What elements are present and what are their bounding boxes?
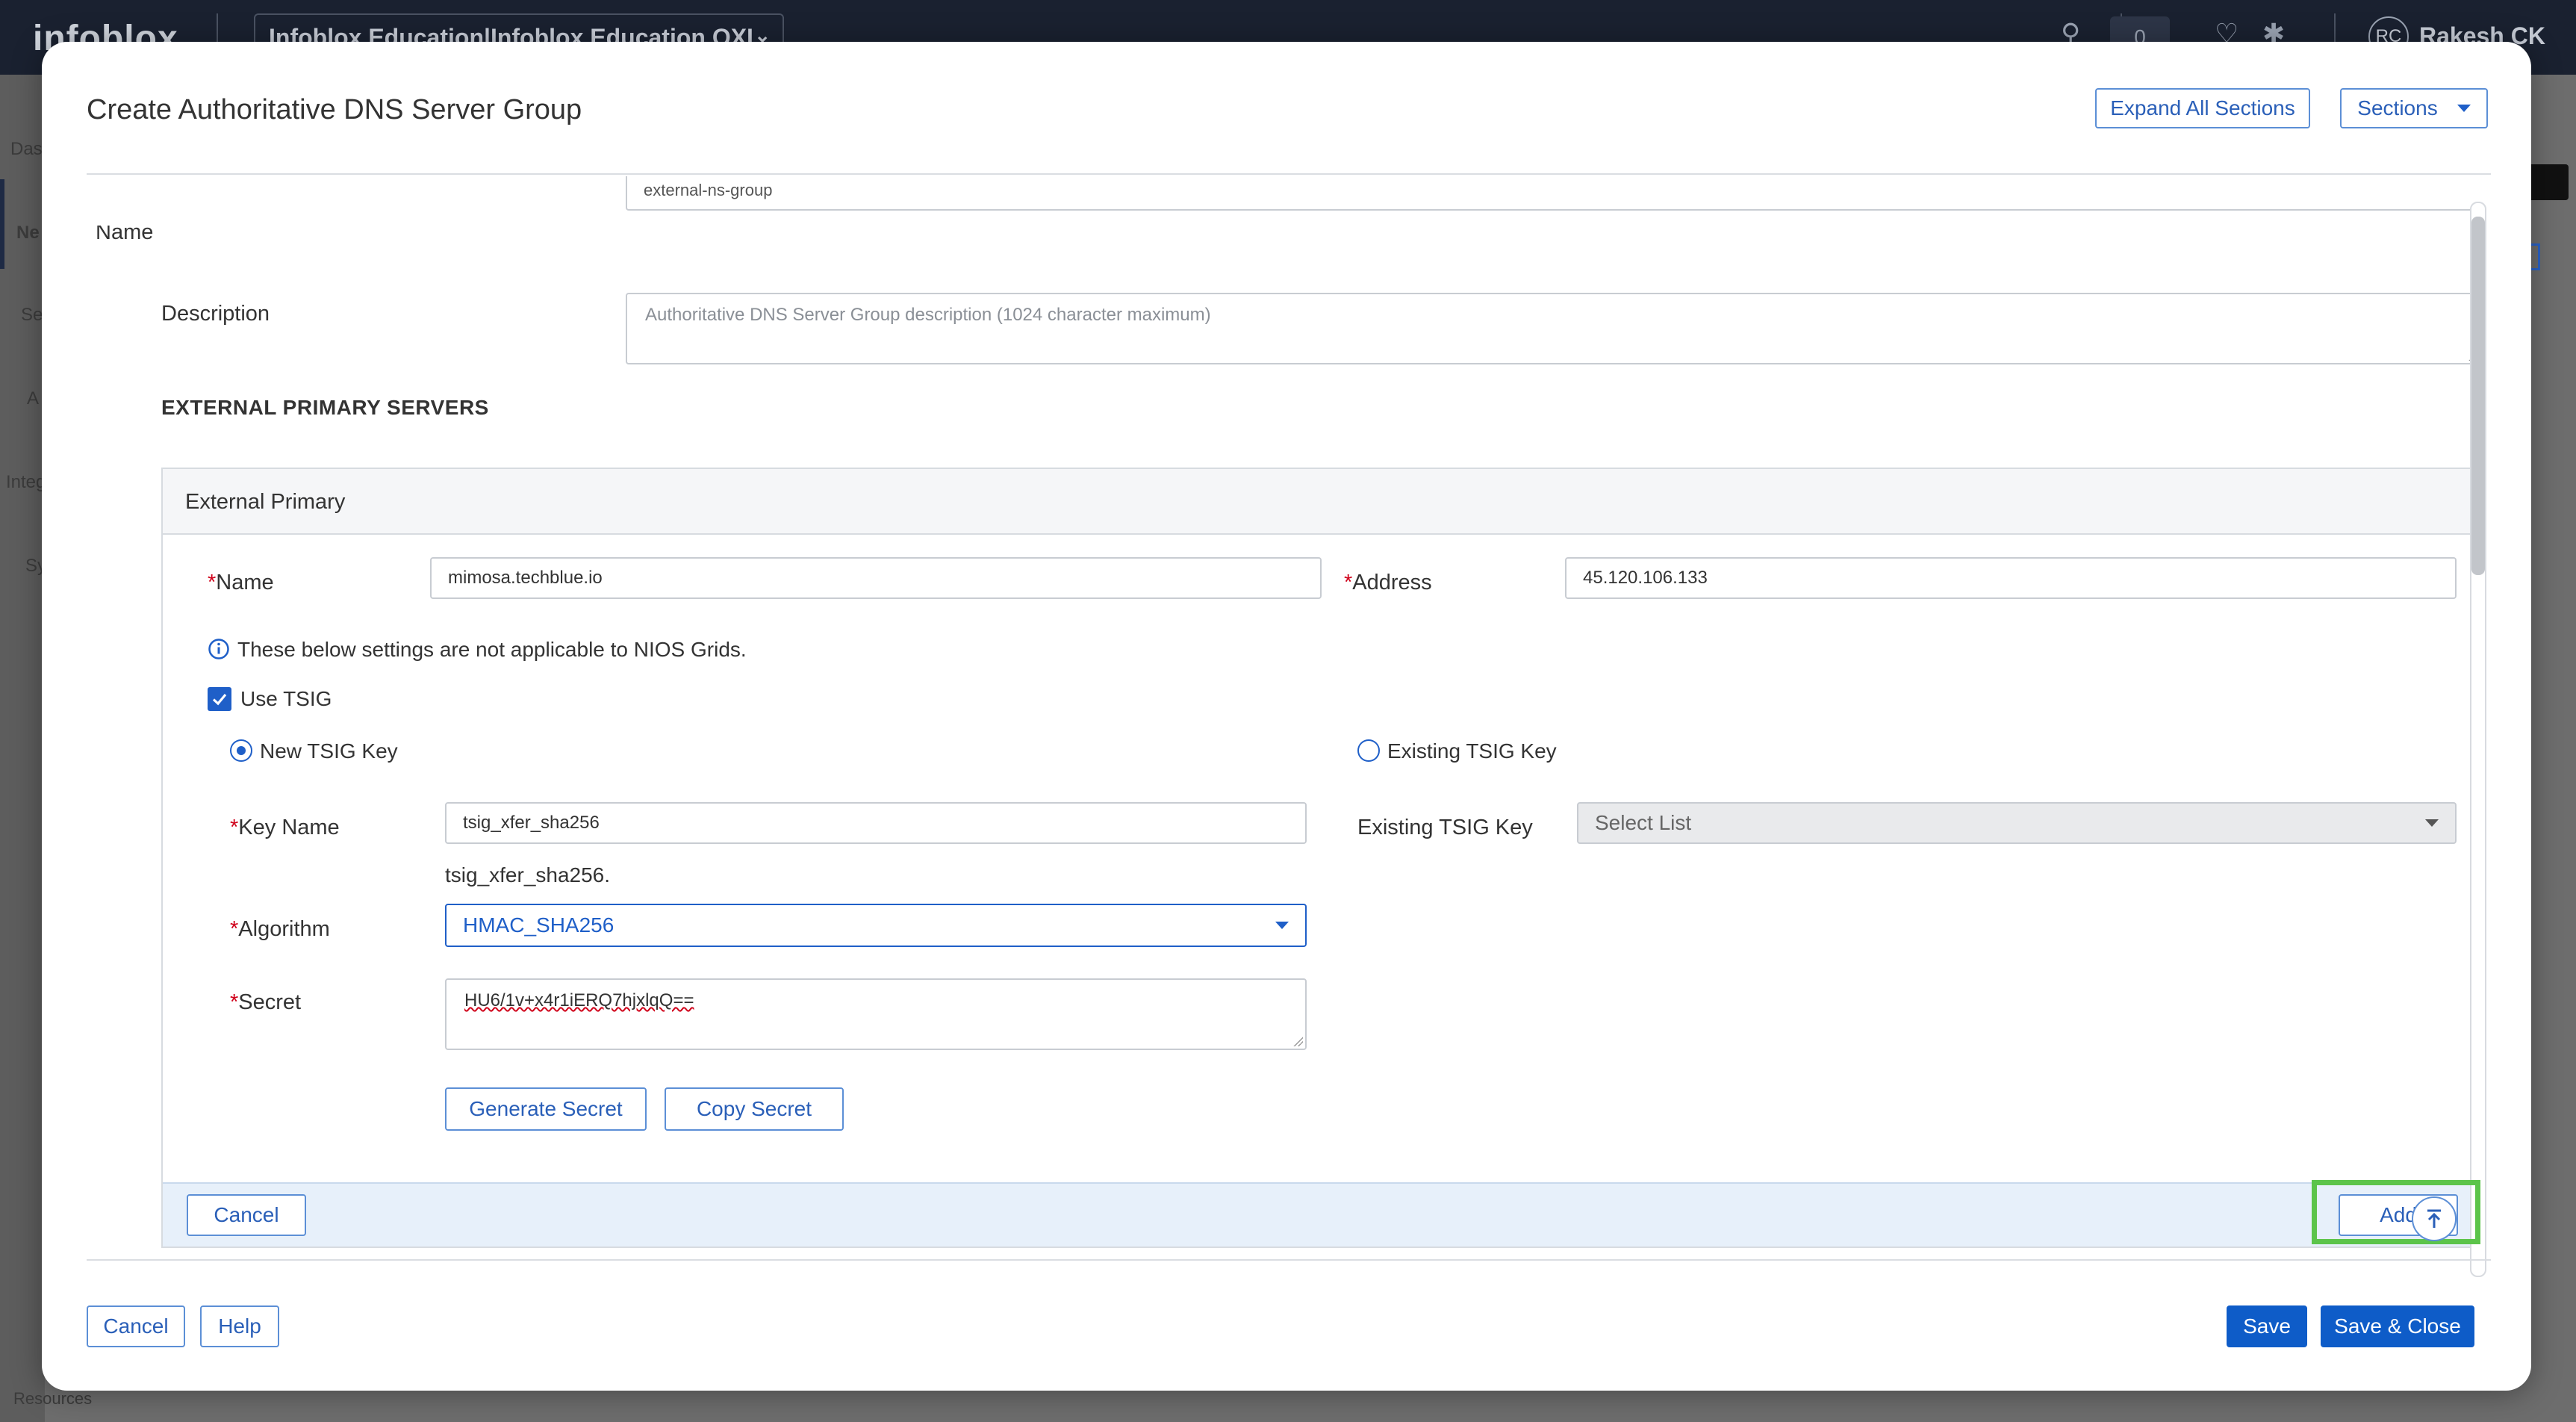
- checkmark-icon: [212, 693, 227, 706]
- footer-divider: [87, 1259, 2491, 1261]
- caret-down-icon: [2425, 819, 2439, 827]
- header-divider: [87, 173, 2491, 175]
- address-value: 45.120.106.133: [1583, 568, 1708, 588]
- copy-secret-button[interactable]: Copy Secret: [665, 1087, 844, 1131]
- resize-handle[interactable]: [1292, 1036, 1303, 1046]
- secret-label: *Secret: [230, 990, 302, 1014]
- address-label: *Address: [1344, 571, 1432, 594]
- server-name-input[interactable]: mimosa.techblue.io: [430, 557, 1322, 599]
- algorithm-label: *Algorithm: [230, 917, 330, 941]
- nav-fragment: Ne: [16, 223, 40, 243]
- caret-down-icon: [1275, 922, 1289, 929]
- nav-fragment: Integ: [6, 472, 46, 492]
- nav-fragment: A: [27, 388, 40, 409]
- info-icon: [208, 639, 229, 659]
- secret-textarea[interactable]: HU6/1v+x4r1iERQ7hjxlqQ==: [445, 978, 1307, 1050]
- sections-label: Sections: [2357, 96, 2438, 119]
- sections-dropdown[interactable]: Sections: [2340, 88, 2488, 128]
- key-name-hint: tsig_xfer_sha256.: [445, 863, 611, 887]
- key-name-value: tsig_xfer_sha256: [463, 813, 600, 833]
- use-tsig-label: Use TSIG: [240, 687, 332, 710]
- external-primary-panel: External Primary *Name mimosa.techblue.i…: [161, 468, 2476, 1248]
- arrow-up-icon: [2427, 1209, 2441, 1228]
- panel-cancel-button[interactable]: Cancel: [187, 1194, 306, 1236]
- save-button[interactable]: Save: [2227, 1305, 2307, 1347]
- use-tsig-checkbox[interactable]: [208, 687, 231, 711]
- panel-footer: Cancel Add: [163, 1182, 2476, 1246]
- description-textarea[interactable]: Authoritative DNS Server Group descripti…: [626, 293, 2476, 364]
- new-tsig-key-radio[interactable]: [230, 739, 252, 762]
- existing-tsig-key-radio-label: Existing TSIG Key: [1387, 739, 1557, 763]
- nav-fragment: Das: [10, 139, 43, 159]
- form-scroll-area[interactable]: Name external-ns-group Description Autho…: [87, 176, 2476, 1274]
- new-tsig-key-label: New TSIG Key: [260, 739, 398, 763]
- algorithm-value: HMAC_SHA256: [463, 913, 615, 937]
- cancel-button[interactable]: Cancel: [87, 1305, 185, 1347]
- existing-tsig-key-select[interactable]: Select List: [1577, 802, 2457, 844]
- key-name-label: *Key Name: [230, 816, 340, 839]
- description-label: Description: [161, 302, 270, 326]
- scrollbar-thumb[interactable]: [2471, 217, 2485, 575]
- modal-title: Create Authoritative DNS Server Group: [87, 94, 582, 125]
- server-name-label: *Name: [208, 571, 274, 594]
- expand-all-sections-button[interactable]: Expand All Sections: [2095, 88, 2310, 128]
- help-button[interactable]: Help: [200, 1305, 279, 1347]
- existing-tsig-key-placeholder: Select List: [1595, 811, 1692, 834]
- secret-value: HU6/1v+x4r1iERQ7hjxlqQ==: [464, 990, 694, 1010]
- nav-selected-indicator: [0, 179, 4, 269]
- left-nav: [0, 75, 45, 1422]
- generate-secret-button[interactable]: Generate Secret: [445, 1087, 647, 1131]
- nav-fragment: Se: [21, 305, 43, 325]
- nav-fragment: Resources: [13, 1389, 93, 1408]
- group-name-input[interactable]: external-ns-group: [626, 176, 2476, 211]
- section-title: EXTERNAL PRIMARY SERVERS: [161, 396, 489, 419]
- name-label: Name: [96, 226, 154, 240]
- address-input[interactable]: 45.120.106.133: [1565, 557, 2457, 599]
- caret-down-icon: [2457, 105, 2471, 112]
- group-name-value: external-ns-group: [644, 181, 773, 199]
- existing-tsig-key-label: Existing TSIG Key: [1357, 816, 1533, 839]
- panel-header: External Primary: [163, 469, 2476, 535]
- key-name-input[interactable]: tsig_xfer_sha256: [445, 802, 1307, 844]
- description-placeholder: Authoritative DNS Server Group descripti…: [645, 305, 1211, 325]
- algorithm-select[interactable]: HMAC_SHA256: [445, 904, 1307, 947]
- info-text: These below settings are not applicable …: [237, 638, 747, 661]
- save-close-button[interactable]: Save & Close: [2321, 1305, 2474, 1347]
- server-name-value: mimosa.techblue.io: [448, 568, 603, 588]
- scroll-to-top-button[interactable]: [2412, 1196, 2457, 1241]
- panel-title: External Primary: [185, 490, 346, 514]
- existing-tsig-key-radio[interactable]: [1357, 739, 1380, 762]
- create-dns-group-modal: Create Authoritative DNS Server Group Ex…: [42, 42, 2531, 1391]
